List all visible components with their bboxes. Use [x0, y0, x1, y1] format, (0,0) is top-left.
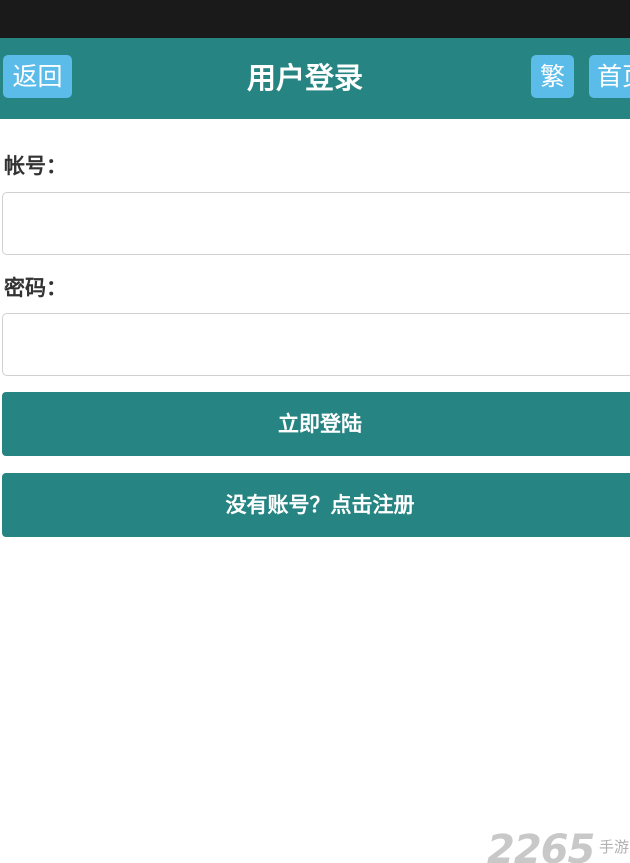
status-bar — [0, 0, 630, 38]
account-input[interactable] — [2, 192, 630, 255]
watermark-tag: 手游 — [599, 838, 630, 856]
password-label: 密码： — [4, 276, 67, 300]
register-button[interactable]: 没有账号？点击注册 — [2, 473, 630, 537]
login-button[interactable]: 立即登陆 — [2, 392, 630, 456]
watermark-logo: 2265 手游 — [487, 828, 630, 863]
watermark-number: 2265 — [487, 828, 595, 863]
password-input[interactable] — [2, 313, 630, 376]
traditional-chinese-button[interactable]: 繁 — [531, 55, 574, 98]
header-bar: 用户登录 返回 繁 首页 — [0, 38, 630, 119]
back-button[interactable]: 返回 — [3, 55, 72, 98]
page-title: 用户登录 — [246, 61, 363, 95]
home-button[interactable]: 首页 — [589, 55, 630, 98]
account-label: 帐号： — [4, 154, 67, 178]
